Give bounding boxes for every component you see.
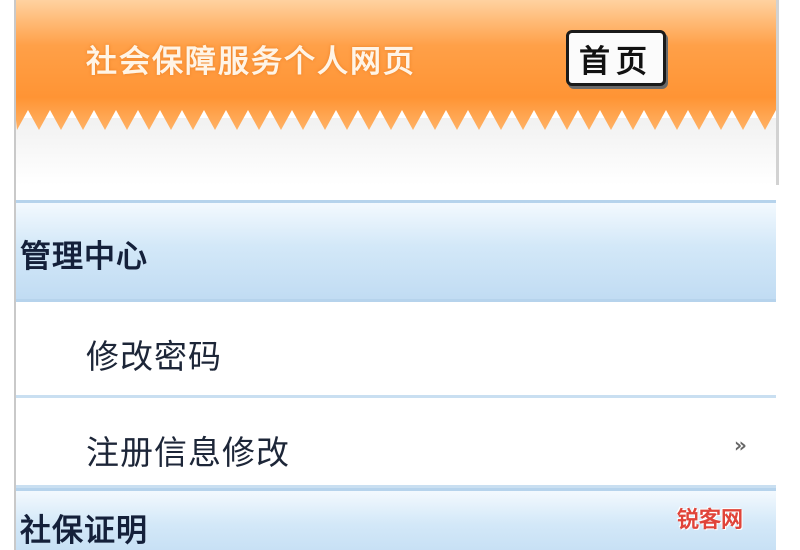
page: 社会保障服务个人网页 首页 管理中心 修改密码 注册信息修改 » 社保证明 锐客… [0,0,800,550]
menu-item-label: 修改密码 [86,337,222,376]
menu-item-change-password[interactable]: 修改密码 [16,302,776,398]
frame-right-border [776,0,779,185]
section-management-center[interactable]: 管理中心 [16,200,776,302]
section-label: 社保证明 [20,513,148,549]
banner-background [16,0,776,185]
watermark-logo: 锐客网 [677,508,744,533]
section-social-security-certificate[interactable]: 社保证明 [16,488,776,550]
home-button[interactable]: 首页 [566,30,666,86]
double-chevron-right-icon: » [734,433,747,457]
menu-item-label: 注册信息修改 [86,433,290,472]
site-title: 社会保障服务个人网页 [86,44,416,80]
header-banner: 社会保障服务个人网页 首页 [16,0,776,185]
menu-item-edit-registration[interactable]: 注册信息修改 » [16,398,776,488]
section-label: 管理中心 [20,239,148,275]
